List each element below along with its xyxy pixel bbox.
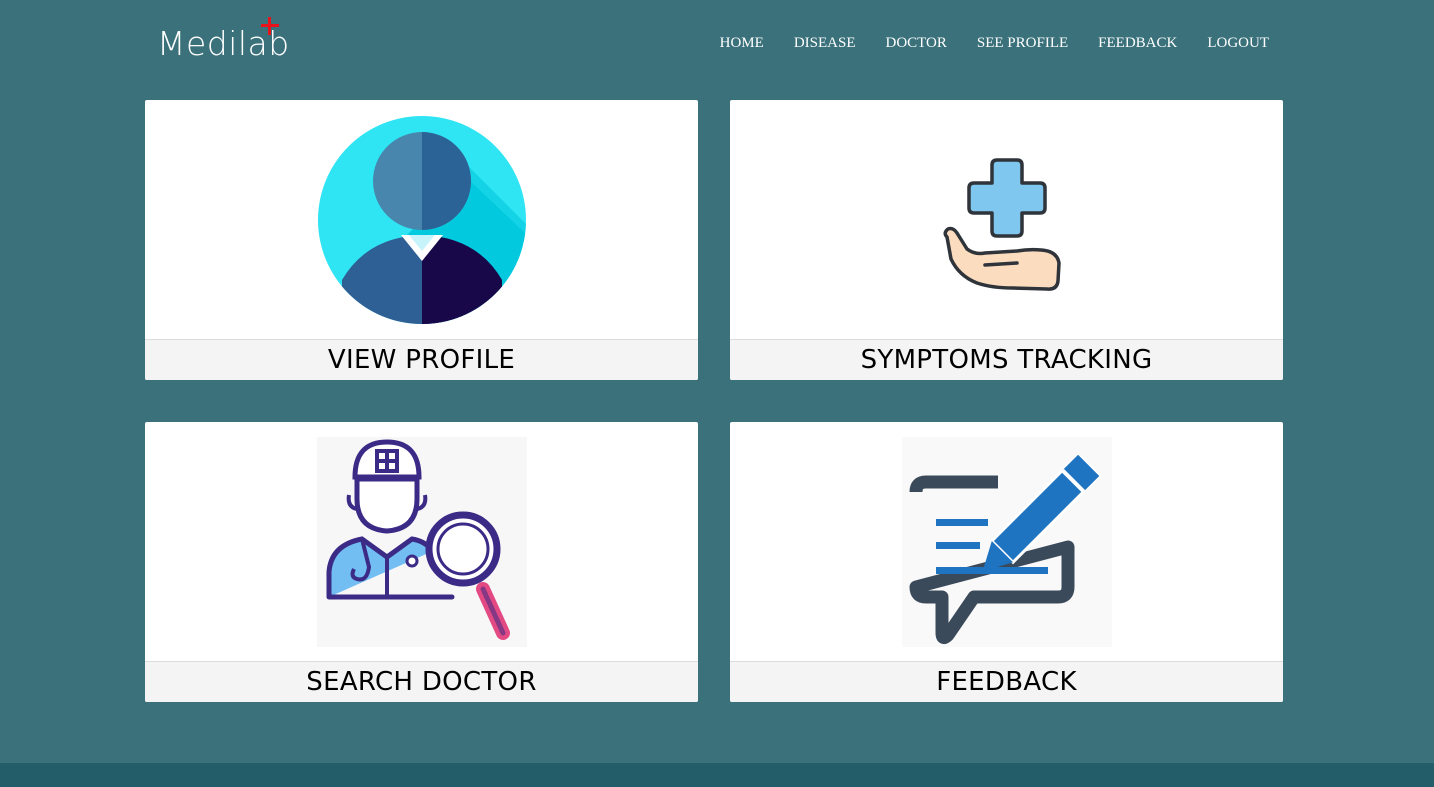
user-avatar-icon [317,115,526,324]
medical-care-hand-icon [943,157,1061,291]
nav-doctor[interactable]: DOCTOR [885,34,946,52]
view-profile-card[interactable]: VIEW PROFILE [145,100,698,380]
logo-plus-icon [261,17,279,35]
search-doctor-card[interactable]: SEARCH DOCTOR [145,422,698,702]
card-image [145,100,698,339]
main-nav: HOME DISEASE DOCTOR SEE PROFILE FEEDBACK… [720,34,1269,52]
nav-disease[interactable]: DISEASE [794,34,856,52]
navbar: Medilab HOME DISEASE DOCTOR SEE PROFILE … [0,0,1434,86]
feedback-pencil-icon [901,436,1112,647]
feedback-card[interactable]: FEEDBACK [730,422,1283,702]
nav-see-profile[interactable]: SEE PROFILE [977,34,1068,52]
card-label: SYMPTOMS TRACKING [730,339,1283,380]
card-image [730,422,1283,661]
card-label: FEEDBACK [730,661,1283,702]
card-label: SEARCH DOCTOR [145,661,698,702]
nav-logout[interactable]: LOGOUT [1207,34,1269,52]
card-image [730,100,1283,339]
card-label: VIEW PROFILE [145,339,698,380]
symptoms-tracking-card[interactable]: SYMPTOMS TRACKING [730,100,1283,380]
card-image [145,422,698,661]
nav-feedback[interactable]: FEEDBACK [1098,34,1177,52]
doctor-search-icon [316,436,527,647]
footer [0,763,1434,787]
nav-home[interactable]: HOME [720,34,764,52]
